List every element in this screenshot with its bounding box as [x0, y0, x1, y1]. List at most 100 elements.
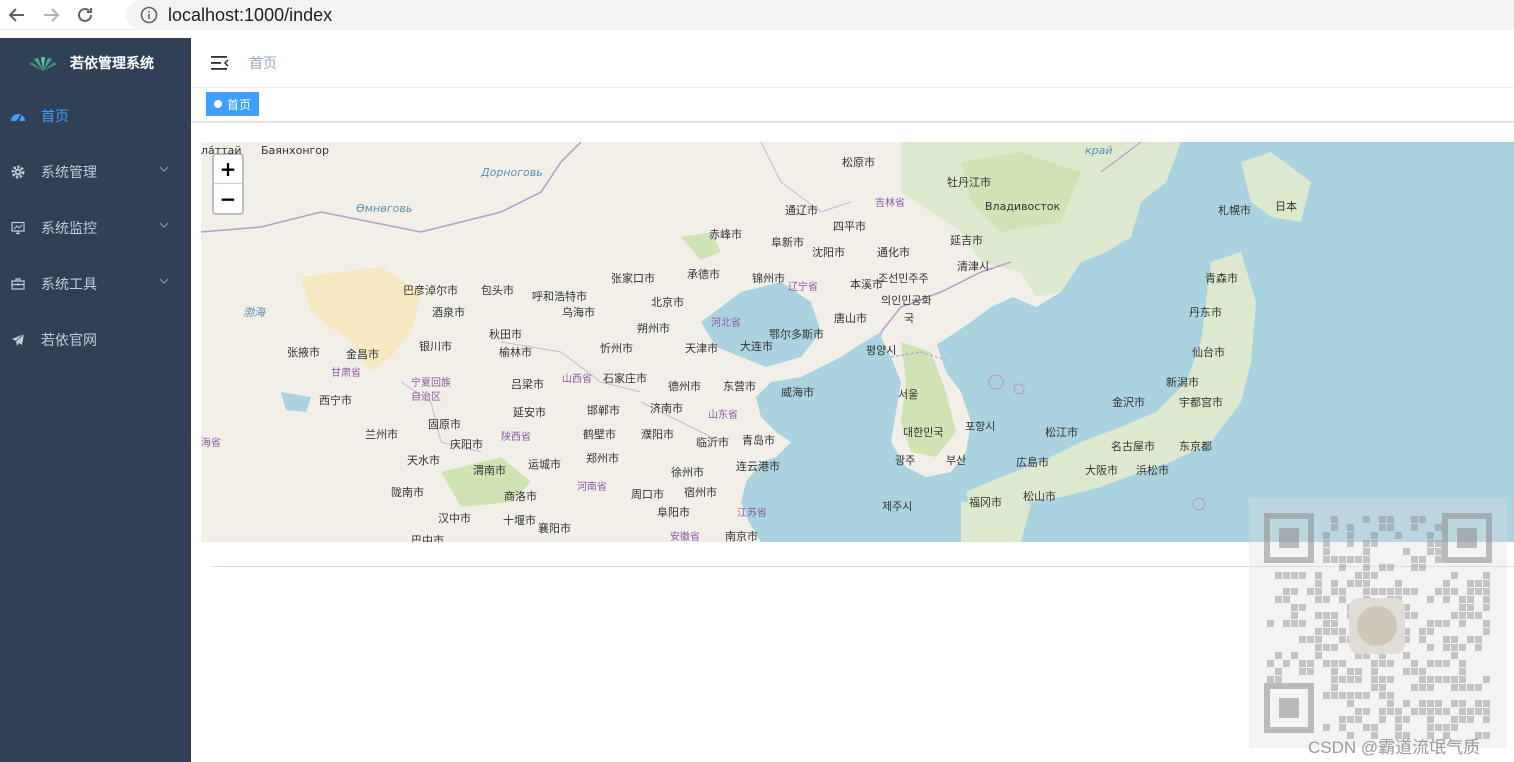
map-label: 阜阳市 — [657, 506, 690, 519]
tag-home[interactable]: 首页 — [206, 92, 260, 116]
map-label: 鄂尔多斯市 — [769, 328, 824, 341]
map-label: Өмнөговь — [356, 202, 413, 215]
map-label: 天水市 — [407, 454, 440, 467]
map-label: 牡丹江市 — [947, 176, 991, 189]
map-label: 自治区 — [411, 392, 441, 403]
map-label: 锦州市 — [752, 272, 785, 285]
qr-code-image — [1249, 498, 1507, 748]
zoom-control: + − — [212, 153, 244, 215]
address-bar[interactable]: localhost:1000/index — [126, 0, 1514, 30]
sidebar-item-system[interactable]: 系统管理 — [0, 144, 191, 200]
map-label: 松原市 — [842, 156, 875, 169]
map-label: 宁夏回族 — [411, 378, 451, 389]
map-label: Дорноговь — [481, 166, 543, 179]
sidebar-item-label: 系统管理 — [41, 165, 97, 181]
map-label: 巴彦淖尔市 — [403, 284, 458, 297]
map-label: 临沂市 — [696, 436, 729, 449]
map-label: 海省 — [201, 438, 221, 449]
zoom-out-button[interactable]: − — [214, 184, 242, 213]
reload-button[interactable] — [68, 0, 102, 30]
chevron-down-icon — [159, 222, 169, 228]
map-label: 东京都 — [1179, 440, 1212, 453]
map-label: 延吉市 — [950, 234, 983, 247]
map-label: 松山市 — [1023, 490, 1056, 503]
map-label: 宇都宫市 — [1179, 396, 1223, 409]
tags-view: 首页 — [191, 88, 1514, 122]
chevron-down-icon — [159, 278, 169, 284]
map-label: 札幌市 — [1218, 204, 1251, 217]
sidebar-item-tools[interactable]: 系统工具 — [0, 256, 191, 312]
map-label: 通辽市 — [785, 204, 818, 217]
map-label: 서울 — [898, 388, 919, 401]
chevron-down-icon — [159, 166, 169, 172]
dashboard-icon — [10, 108, 26, 124]
map-label: 吕梁市 — [511, 378, 544, 391]
sidebar-item-monitor[interactable]: 系统监控 — [0, 200, 191, 256]
map-label: 국 — [904, 312, 915, 325]
map-label: 通化市 — [877, 246, 910, 259]
map-label: 邯郸市 — [587, 404, 620, 417]
map-label: 徐州市 — [671, 466, 704, 479]
sidebar-item-label: 若依官网 — [41, 333, 97, 349]
map-label: 乌海市 — [562, 306, 595, 319]
map-label: 济南市 — [650, 402, 683, 415]
sidebar-toggle[interactable] — [205, 48, 235, 78]
map-label: 광주 — [895, 454, 916, 467]
map-label: 威海市 — [781, 386, 814, 399]
map-label: 新潟市 — [1166, 376, 1199, 389]
map-label: 福冈市 — [969, 496, 1002, 509]
map-label: 甘肃省 — [331, 368, 361, 379]
map-label: 阜新市 — [771, 236, 804, 249]
arrow-right-icon — [44, 7, 60, 22]
map-label: 仙台市 — [1192, 346, 1225, 359]
reload-icon — [78, 7, 92, 22]
map-label: 襄阳市 — [538, 522, 571, 535]
map-label: 德州市 — [668, 380, 701, 393]
map-label: 固原市 — [428, 418, 461, 431]
map-label: 鹤壁市 — [583, 428, 616, 441]
map-label: 평양시 — [866, 344, 897, 357]
map-label: 秋田市 — [489, 328, 522, 341]
map-label: 酒泉市 — [432, 306, 465, 319]
map-label: 张家口市 — [611, 272, 655, 285]
map-label: 沈阳市 — [812, 246, 845, 259]
breadcrumb[interactable]: 首页 — [249, 53, 277, 73]
send-icon — [10, 332, 26, 348]
map-label: 十堰市 — [503, 514, 536, 527]
map-label: 포항시 — [965, 420, 996, 433]
map-label: 赤峰市 — [709, 228, 742, 241]
sidebar-item-website[interactable]: 若依官网 — [0, 312, 191, 368]
tag-label: 首页 — [227, 97, 252, 112]
map-label: 延安市 — [513, 406, 546, 419]
qr-pattern — [1264, 513, 1492, 739]
back-button[interactable] — [0, 0, 34, 30]
map-label: 东营市 — [723, 380, 756, 393]
forward-button[interactable] — [34, 0, 68, 30]
map-label: 宿州市 — [684, 486, 717, 499]
map-label: 巴中市 — [411, 534, 444, 542]
map-label: 日本 — [1275, 200, 1297, 213]
navbar: 首页 — [191, 38, 1514, 88]
map-label: 天津市 — [685, 342, 718, 355]
map-label: ла́ттай — [201, 144, 242, 157]
map-label: 松江市 — [1045, 426, 1078, 439]
sidebar-item-home[interactable]: 首页 — [0, 88, 191, 144]
logo[interactable]: 若依管理系统 — [0, 38, 191, 88]
map-label: 银川市 — [419, 340, 452, 353]
map-label: 榆林市 — [499, 346, 532, 359]
map-label: 青森市 — [1205, 272, 1238, 285]
map-label: 朔州市 — [637, 322, 670, 335]
zoom-in-button[interactable]: + — [214, 155, 242, 184]
logo-icon — [29, 57, 57, 71]
map-label: 辽宁省 — [788, 282, 818, 293]
map-label: 대한민국 — [903, 426, 944, 439]
map-label: 제주시 — [882, 500, 913, 513]
map[interactable]: + − Баянхонгор Дорноговь Өмнөговь 松原市 牡丹江市 吉林… — [201, 142, 1514, 542]
map-label: 의인민공화 — [881, 294, 932, 307]
map-label: 名古屋市 — [1111, 440, 1155, 453]
map-label: 兰州市 — [365, 428, 398, 441]
map-label: 包头市 — [481, 284, 514, 297]
map-label: 山东省 — [708, 410, 738, 421]
monitor-icon — [10, 220, 26, 236]
map-label: 山西省 — [562, 374, 592, 385]
